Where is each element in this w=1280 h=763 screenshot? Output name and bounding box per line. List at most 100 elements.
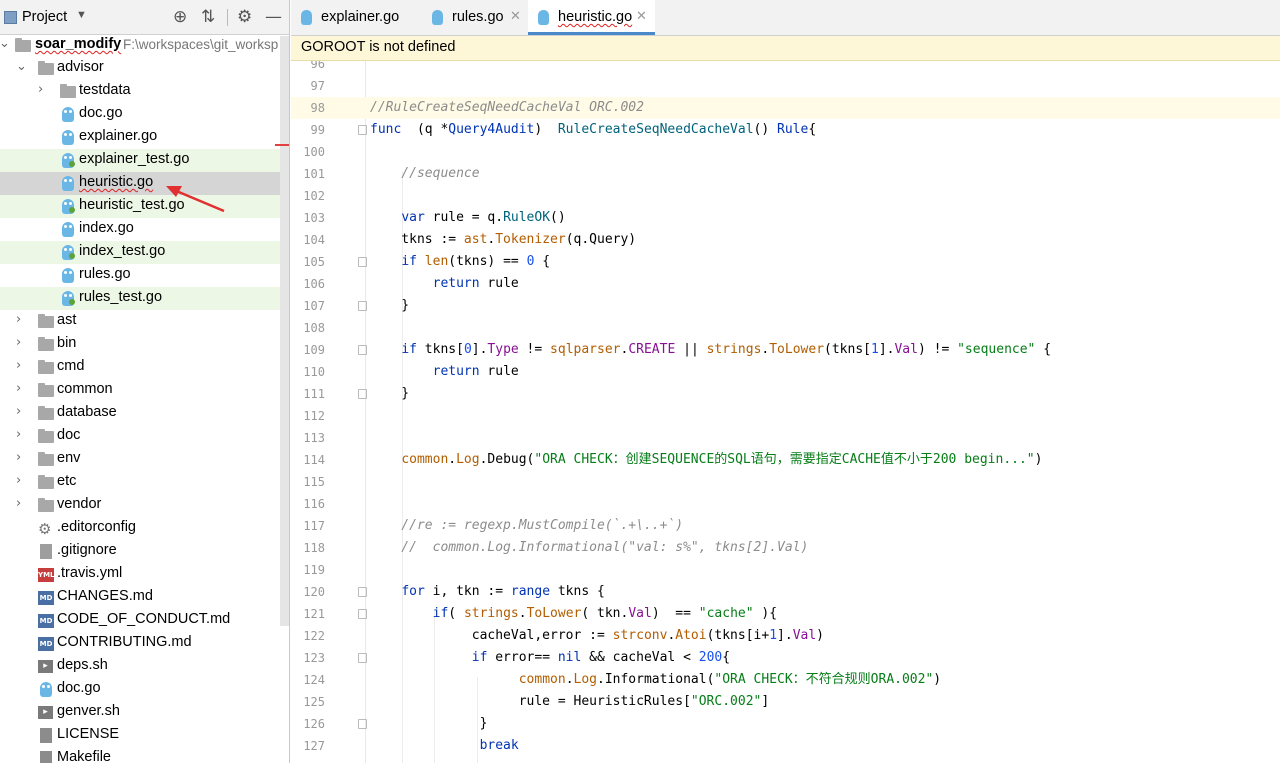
tree-item-root[interactable]: ⌄ soar_modify F:\workspaces\git_worksp [0,34,289,57]
line-number: 100 [303,145,325,159]
tree-item-license[interactable]: LICENSE [0,724,289,747]
chevron-down-icon[interactable]: ⌄ [0,36,10,51]
tab-rules-go[interactable]: rules.go ✕ [422,0,527,35]
tree-item-label: bin [57,335,77,351]
chevron-right-icon[interactable]: › [16,450,21,465]
tree-item-vendor[interactable]: › vendor [0,494,289,517]
tree-item-label: CONTRIBUTING.md [57,634,192,650]
chevron-right-icon[interactable]: › [16,335,21,350]
gear-icon[interactable]: ⚙ [237,7,252,27]
code-line: 121 if( strings.ToLower( tkn.Val) == "ca… [291,603,1280,625]
tree-item-label: LICENSE [57,726,120,742]
tree-item-doc-go-root[interactable]: doc.go [0,678,289,701]
tree-item-doc[interactable]: › doc [0,425,289,448]
code-text: if len(tkns) == 0 { [401,254,551,269]
collapse-all-icon[interactable]: ⇅ [201,7,215,27]
fold-icon[interactable] [358,257,367,267]
tree-item-label: advisor [57,59,104,75]
tree-item-label: doc.go [79,105,123,121]
tree-item-label: index_test.go [79,243,166,259]
code-text: } [370,386,410,401]
code-line: 114 common.Log.Debug("ORA CHECK：创建SEQUEN… [291,449,1280,471]
tree-item-code-of-conduct-md[interactable]: MD CODE_OF_CONDUCT.md [0,609,289,632]
tree-item-editorconfig[interactable]: ⚙ .editorconfig [0,517,289,540]
tree-item-doc-go[interactable]: doc.go [0,103,289,126]
code-text: for i, tkn := range tkns { [401,584,605,599]
fold-icon[interactable] [358,587,367,597]
tree-item-heuristic-test-go[interactable]: heuristic_test.go [0,195,289,218]
chevron-right-icon[interactable]: › [16,473,21,488]
tree-item-travis-yml[interactable]: YML .travis.yml [0,563,289,586]
code-text: cacheVal,error := strconv.Atoi(tkns[i+1]… [370,628,824,643]
tree-item-rules-go[interactable]: rules.go [0,264,289,287]
fold-icon[interactable] [358,609,367,619]
folder-icon [38,406,54,420]
tree-item-makefile[interactable]: Makefile [0,747,289,763]
chevron-right-icon[interactable]: › [16,312,21,327]
test-badge-icon [69,161,75,167]
line-number: 126 [303,717,325,731]
tree-item-database[interactable]: › database [0,402,289,425]
tab-heuristic-go[interactable]: heuristic.go ✕ [528,0,655,35]
fold-icon[interactable] [358,301,367,311]
fold-icon[interactable] [358,125,367,135]
tree-item-cmd[interactable]: › cmd [0,356,289,379]
tree-item-genver-sh[interactable]: ▸ genver.sh [0,701,289,724]
go-file-icon [40,682,52,697]
close-icon[interactable]: ✕ [636,9,647,24]
chevron-right-icon[interactable]: › [16,381,21,396]
test-badge-icon [69,299,75,305]
project-title[interactable]: Project [22,9,67,25]
tree-item-deps-sh[interactable]: ▸ deps.sh [0,655,289,678]
tree-item-heuristic-go[interactable]: heuristic.go [0,172,289,195]
tab-label: rules.go [452,9,504,25]
tree-item-ast[interactable]: › ast [0,310,289,333]
tree-item-index-test-go[interactable]: index_test.go [0,241,289,264]
code-line: 123 if error== nil && cacheVal < 200{ [291,647,1280,669]
root-name: soar_modify [35,36,122,52]
fold-icon[interactable] [358,389,367,399]
tree-item-rules-test-go[interactable]: rules_test.go [0,287,289,310]
line-number: 110 [303,365,325,379]
tree-item-contributing-md[interactable]: MD CONTRIBUTING.md [0,632,289,655]
code-line: 106 return rule [291,273,1280,295]
code-line: 124 common.Log.Informational("ORA CHECK：… [291,669,1280,691]
close-icon[interactable]: ✕ [510,9,521,24]
chevron-right-icon[interactable]: › [16,496,21,511]
chevron-right-icon[interactable]: › [16,358,21,373]
fold-icon[interactable] [358,719,367,729]
tree-item-gitignore[interactable]: .gitignore [0,540,289,563]
test-badge-icon [69,207,75,213]
fold-icon[interactable] [358,653,367,663]
tree-item-env[interactable]: › env [0,448,289,471]
tree-item-etc[interactable]: › etc [0,471,289,494]
tree-item-explainer-go[interactable]: explainer.go [0,126,289,149]
editor-tab-bar: explainer.go rules.go ✕ heuristic.go ✕ [291,0,1280,36]
tree-item-changes-md[interactable]: MD CHANGES.md [0,586,289,609]
chevron-right-icon[interactable]: › [16,404,21,419]
line-number: 124 [303,673,325,687]
chevron-right-icon[interactable]: › [38,82,43,97]
chevron-down-icon[interactable]: ⌄ [16,59,27,74]
code-line: 107 } [291,295,1280,317]
chevron-right-icon[interactable]: › [16,427,21,442]
go-file-icon [538,10,549,25]
tab-explainer-go[interactable]: explainer.go [291,0,419,35]
code-text: // common.Log.Informational("val: s%", t… [370,540,809,555]
project-scrollbar[interactable] [280,36,289,626]
line-number: 106 [303,277,325,291]
chevron-down-icon[interactable]: ▼ [76,9,87,21]
tree-item-index-go[interactable]: index.go [0,218,289,241]
line-number: 108 [303,321,325,335]
tree-item-explainer-test-go[interactable]: explainer_test.go [0,149,289,172]
locate-icon[interactable]: ⊕ [173,7,187,27]
tree-item-testdata[interactable]: › testdata [0,80,289,103]
code-area[interactable]: 96 97 98 //RuleCreateSeqNeedCacheVal ORC.… [291,61,1280,763]
tree-item-advisor[interactable]: ⌄ advisor [0,57,289,80]
tree-item-bin[interactable]: › bin [0,333,289,356]
fold-icon[interactable] [358,345,367,355]
folder-icon [38,452,54,466]
minimize-icon[interactable]: — [265,7,282,27]
code-line: 119 [291,559,1280,581]
tree-item-common[interactable]: › common [0,379,289,402]
